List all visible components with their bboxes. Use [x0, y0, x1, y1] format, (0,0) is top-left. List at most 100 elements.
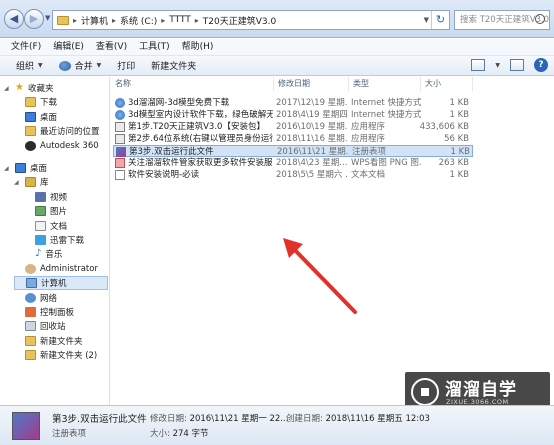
- details-file-name: 第3步.双击运行此文件: [52, 414, 147, 425]
- address-dropdown-icon[interactable]: ▼: [424, 11, 429, 29]
- sidebar-item[interactable]: 图片: [24, 204, 108, 218]
- expand-arrow-icon[interactable]: ◢: [4, 165, 11, 172]
- thunder-icon: [35, 235, 46, 245]
- chevron-down-icon[interactable]: ▼: [495, 62, 500, 69]
- sidebar-item[interactable]: 文档: [24, 219, 108, 233]
- desktop-icon: [25, 111, 36, 122]
- sidebar-item-label: 库: [40, 178, 49, 189]
- chevron-right-icon[interactable]: ▸: [112, 16, 116, 25]
- share-button[interactable]: 合并 ▼: [51, 59, 110, 72]
- video-icon: [35, 191, 46, 202]
- sidebar-item-label: 最近访问的位置: [40, 127, 100, 138]
- change-view-icon[interactable]: [471, 59, 486, 71]
- forward-button[interactable]: ▶: [24, 9, 44, 29]
- sidebar-item-label: 文档: [50, 221, 68, 232]
- sidebar-item[interactable]: 新建文件夹: [14, 334, 108, 348]
- sidebar-item-label: 网络: [40, 293, 58, 304]
- menu-file[interactable]: 文件(F): [5, 39, 47, 56]
- column-header-type[interactable]: 类型: [349, 77, 421, 91]
- sidebar-item[interactable]: 回收站: [14, 319, 108, 333]
- recent-pages-dropdown-icon[interactable]: ▼: [45, 14, 50, 22]
- menu-edit[interactable]: 编辑(E): [47, 39, 90, 56]
- chevron-down-icon: ▼: [38, 62, 43, 69]
- print-button[interactable]: 打印: [109, 59, 143, 72]
- chevron-right-icon[interactable]: ▸: [161, 16, 165, 25]
- search-input[interactable]: 搜索 T20天正建筑V3.0: [454, 10, 550, 30]
- music-icon: ♪: [35, 248, 42, 260]
- file-name: 关注溜溜软件管家获取更多软件安装服务: [128, 158, 273, 168]
- modified-label: 修改日期:: [150, 414, 187, 424]
- command-toolbar: 组织 ▼ 合并 ▼ 打印 新建文件夹 ▼ ?: [0, 56, 554, 76]
- organize-button[interactable]: 组织 ▼: [8, 59, 51, 72]
- preview-pane-icon[interactable]: [510, 59, 524, 71]
- file-type: 应用程序: [351, 122, 386, 132]
- file-name-cell: 3d溜溜网-3d模型免费下载: [115, 97, 273, 109]
- file-row[interactable]: 3d模型室内设计软件下载，绿色破解无... 2018\4\19 星期四... Int…: [113, 109, 473, 121]
- breadcrumb-current-folder[interactable]: T20天正建筑V3.0: [203, 14, 276, 27]
- file-date: 2018\4\19 星期四...: [276, 110, 348, 120]
- sidebar-item[interactable]: 控制面板: [14, 305, 108, 319]
- file-row[interactable]: 第3步.双击运行此文件 2016\11\21 星期... 注册表项 1 KB: [113, 145, 473, 157]
- sidebar-item[interactable]: 迅雷下载: [24, 233, 108, 247]
- sidebar-item-label: 新建文件夹: [40, 336, 83, 347]
- file-name: 第1步.T20天正建筑V3.0【安装包】: [128, 122, 265, 132]
- folder-icon: [57, 15, 69, 25]
- sidebar-item[interactable]: 下载: [14, 95, 108, 109]
- file-row[interactable]: 关注溜溜软件管家获取更多软件安装服务 2018\4\23 星期... WPS看图 P…: [113, 157, 473, 169]
- computer-icon: [26, 278, 37, 289]
- sidebar-item[interactable]: ♪ 音乐: [24, 247, 108, 261]
- breadcrumb-drive-c[interactable]: 系统 (C:): [120, 14, 157, 27]
- chevron-right-icon[interactable]: ▸: [195, 16, 199, 25]
- control-panel-icon: [25, 307, 36, 317]
- sidebar-item[interactable]: 新建文件夹 (2): [14, 348, 108, 362]
- file-size: 263 KB: [438, 158, 469, 168]
- file-row[interactable]: 第1步.T20天正建筑V3.0【安装包】 2016\10\19 星期... 应用程序…: [113, 121, 473, 133]
- file-size: 1 KB: [449, 98, 469, 108]
- column-header-size[interactable]: 大小: [421, 77, 473, 91]
- file-row[interactable]: 3d溜溜网-3d模型免费下载 2017\12\19 星期... Internet 快…: [113, 97, 473, 109]
- library-icon: [25, 177, 36, 188]
- breadcrumb-computer[interactable]: 计算机: [81, 14, 108, 27]
- file-name-cell: 关注溜溜软件管家获取更多软件安装服务: [115, 157, 273, 169]
- sidebar-item[interactable]: Autodesk 360: [14, 139, 108, 153]
- menu-help[interactable]: 帮助(H): [176, 39, 220, 56]
- size-value: 274 字节: [172, 429, 209, 439]
- file-date: 2016\10\19 星期...: [276, 122, 348, 132]
- folder-icon: [25, 97, 36, 108]
- file-name-cell: 第1步.T20天正建筑V3.0【安装包】: [115, 121, 273, 133]
- exe-file-icon: [115, 122, 125, 132]
- registry-file-icon: [12, 412, 40, 440]
- sidebar-item[interactable]: 桌面: [14, 110, 108, 124]
- sidebar-item[interactable]: 网络: [14, 291, 108, 305]
- expand-arrow-icon[interactable]: ◢: [4, 85, 11, 92]
- new-folder-label: 新建文件夹: [151, 62, 197, 72]
- sidebar-item[interactable]: ◢ 桌面: [4, 161, 108, 175]
- back-button[interactable]: ◀: [4, 9, 24, 29]
- expand-arrow-icon[interactable]: ◢: [14, 179, 21, 186]
- sidebar-item[interactable]: ◢ 库: [14, 175, 108, 189]
- column-header-name[interactable]: 名称: [111, 77, 274, 91]
- column-header-date[interactable]: 修改日期: [274, 77, 349, 91]
- reg-file-icon: [116, 147, 126, 157]
- menu-view[interactable]: 查看(V): [90, 39, 133, 56]
- sidebar-item[interactable]: Administrator: [14, 262, 108, 276]
- help-icon[interactable]: ?: [534, 58, 548, 72]
- file-row[interactable]: 软件安装说明-必读 2018\5\5 星期六 ... 文本文档 1 KB: [113, 169, 473, 181]
- chevron-down-icon: ▼: [96, 62, 102, 69]
- refresh-icon[interactable]: ↻: [431, 11, 449, 29]
- file-type: 文本文档: [351, 170, 386, 180]
- file-row[interactable]: 第2步.64位系统(右键以管理员身份运行) 2018\11\16 星期... 应用程…: [113, 133, 473, 145]
- file-name-cell: 软件安装说明-必读: [115, 169, 273, 181]
- sidebar-item[interactable]: 计算机: [14, 276, 108, 291]
- menu-tools[interactable]: 工具(T): [133, 39, 176, 56]
- network-icon: [25, 292, 36, 303]
- chevron-right-icon[interactable]: ▸: [73, 16, 77, 25]
- sidebar-item-label: 下载: [40, 98, 58, 109]
- file-size: 1 KB: [449, 170, 469, 180]
- sidebar-item[interactable]: 视频: [24, 190, 108, 204]
- sidebar-item[interactable]: ◢ ★ 收藏夹: [4, 81, 108, 95]
- sidebar-item[interactable]: 最近访问的位置: [14, 124, 108, 138]
- address-path-field[interactable]: ▸ 计算机 ▸ 系统 (C:) ▸ TTTT ▸ T20天正建筑V3.0 ▼ ↻: [52, 10, 450, 30]
- new-folder-button[interactable]: 新建文件夹: [143, 59, 204, 72]
- breadcrumb-tttt[interactable]: TTTT: [169, 15, 191, 25]
